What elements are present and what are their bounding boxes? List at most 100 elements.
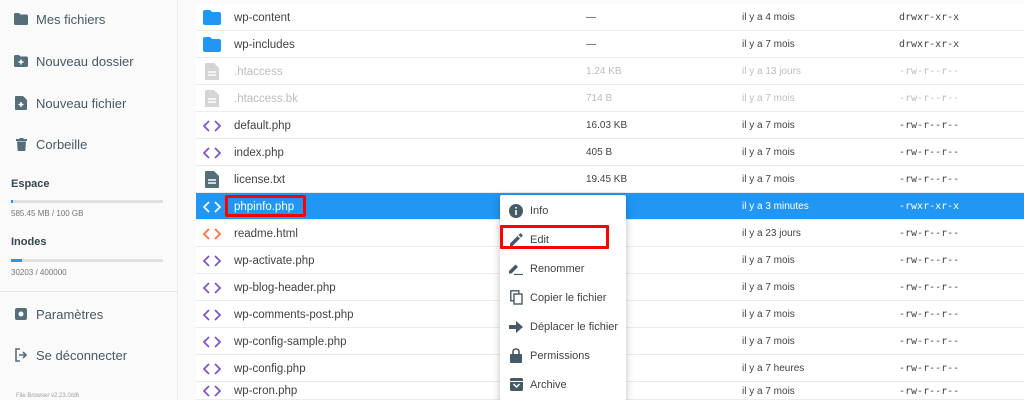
space-progress-fill bbox=[11, 200, 13, 203]
menu-item-move[interactable]: Déplacer le fichier bbox=[500, 312, 626, 341]
sidebar-item-label: Se déconnecter bbox=[36, 347, 128, 363]
menu-item-label: Permissions bbox=[530, 349, 590, 362]
document-icon bbox=[202, 85, 222, 112]
file-permissions: -rw-r--r-- bbox=[899, 66, 960, 77]
file-name: wp-comments-post.php bbox=[234, 308, 354, 321]
sidebar-item-label: Nouveau dossier bbox=[36, 53, 134, 69]
sidebar: Mes fichiers Nouveau dossier Nouveau fic… bbox=[0, 0, 178, 400]
table-row[interactable]: wp-content — il y a 4 mois drwxr-xr-x bbox=[196, 4, 1024, 31]
file-name: readme.html bbox=[234, 227, 298, 240]
code-icon bbox=[202, 112, 222, 139]
code-icon bbox=[202, 274, 222, 301]
code-icon bbox=[202, 355, 222, 382]
code-icon bbox=[202, 139, 222, 166]
file-modified: il y a 4 mois bbox=[742, 12, 795, 23]
file-permissions: -rw-r--r-- bbox=[899, 363, 960, 374]
space-caption: 585.45 MB / 100 GB bbox=[11, 209, 84, 218]
version-footer: File Browser v2.23.0/d6 bbox=[16, 393, 80, 399]
file-modified: il y a 7 mois bbox=[742, 174, 795, 185]
file-size: 405 B bbox=[586, 147, 613, 158]
file-permissions: -rw-r--r-- bbox=[899, 228, 960, 239]
sidebar-item-trash[interactable]: Corbeille bbox=[0, 126, 178, 162]
file-permissions: -rw-r--r-- bbox=[899, 309, 960, 320]
inodes-progress bbox=[11, 259, 163, 262]
table-row[interactable]: index.php 405 B il y a 7 mois -rw-r--r-- bbox=[196, 139, 1024, 166]
file-modified: il y a 7 mois bbox=[742, 255, 795, 266]
sidebar-item-my-files[interactable]: Mes fichiers bbox=[0, 1, 178, 37]
inodes-progress-fill bbox=[11, 259, 23, 262]
inodes-caption: 30203 / 400000 bbox=[11, 268, 67, 277]
logout-icon bbox=[12, 346, 30, 364]
file-modified: il y a 23 jours bbox=[742, 228, 801, 239]
file-modified: il y a 7 mois bbox=[742, 385, 795, 397]
annotation-highlight-box bbox=[500, 225, 609, 249]
table-row[interactable]: default.php 16.03 KB il y a 7 mois -rw-r… bbox=[196, 112, 1024, 139]
copy-icon bbox=[508, 290, 524, 306]
file-permissions: -rw-r--r-- bbox=[899, 120, 960, 131]
file-modified: il y a 7 mois bbox=[742, 309, 795, 320]
table-row[interactable]: wp-includes — il y a 7 mois drwxr-xr-x bbox=[196, 31, 1024, 58]
table-row[interactable]: .htaccess 1.24 KB il y a 13 jours -rw-r-… bbox=[196, 58, 1024, 85]
file-name: wp-includes bbox=[234, 38, 295, 51]
file-size: 714 B bbox=[586, 93, 613, 104]
menu-item-permissions[interactable]: Permissions bbox=[500, 341, 626, 370]
file-modified: il y a 7 mois bbox=[742, 147, 795, 158]
sidebar-item-new-file[interactable]: Nouveau fichier bbox=[0, 85, 178, 121]
document-icon bbox=[202, 58, 222, 85]
file-name: license.txt bbox=[234, 173, 286, 186]
sidebar-item-label: Mes fichiers bbox=[36, 11, 106, 27]
rename-icon bbox=[508, 261, 524, 277]
file-size: 16.03 KB bbox=[586, 120, 628, 131]
file-name: wp-content bbox=[234, 11, 291, 24]
file-permissions: -rw-r--r-- bbox=[899, 147, 960, 158]
file-size: — bbox=[586, 12, 596, 23]
file-modified: il y a 7 mois bbox=[742, 39, 795, 50]
code-icon bbox=[202, 301, 222, 328]
menu-item-rename[interactable]: Renommer bbox=[500, 254, 626, 283]
file-permissions: -rw-r--r-- bbox=[899, 385, 960, 397]
file-name: .htaccess bbox=[234, 65, 283, 78]
divider bbox=[0, 291, 178, 292]
sidebar-item-settings[interactable]: Paramètres bbox=[0, 296, 178, 332]
file-modified: il y a 7 mois bbox=[742, 336, 795, 347]
folder-icon bbox=[202, 31, 222, 58]
code-icon bbox=[202, 328, 222, 355]
file-modified: il y a 7 heures bbox=[742, 363, 805, 374]
table-row[interactable]: license.txt 19.45 KB il y a 7 mois -rw-r… bbox=[196, 166, 1024, 193]
file-permissions: -rw-r--r-- bbox=[899, 174, 960, 185]
file-name: default.php bbox=[234, 119, 291, 132]
add-file-icon bbox=[12, 94, 30, 112]
lock-icon bbox=[508, 348, 524, 364]
file-modified: il y a 7 mois bbox=[742, 282, 795, 293]
file-size: 19.45 KB bbox=[586, 174, 628, 185]
code-icon bbox=[202, 193, 222, 220]
menu-item-copy[interactable]: Copier le fichier bbox=[500, 283, 626, 312]
sidebar-item-label: Corbeille bbox=[36, 136, 88, 152]
sidebar-item-label: Nouveau fichier bbox=[36, 95, 127, 111]
menu-item-info[interactable]: Info bbox=[500, 196, 626, 225]
annotation-highlight-box bbox=[225, 195, 306, 217]
file-modified: il y a 7 mois bbox=[742, 93, 795, 104]
inodes-title: Inodes bbox=[11, 236, 47, 248]
folder-icon bbox=[12, 10, 30, 28]
context-menu: Info Edit Renommer Copier le fichier Dép… bbox=[500, 195, 626, 400]
move-icon bbox=[508, 319, 524, 335]
file-size: 1.24 KB bbox=[586, 66, 622, 77]
html-icon bbox=[202, 220, 222, 247]
settings-icon bbox=[12, 305, 30, 323]
sidebar-item-logout[interactable]: Se déconnecter bbox=[0, 337, 178, 373]
file-permissions: -rw-r--r-- bbox=[899, 282, 960, 293]
sidebar-item-new-folder[interactable]: Nouveau dossier bbox=[0, 43, 178, 79]
space-title: Espace bbox=[11, 178, 50, 190]
sidebar-item-label: Paramètres bbox=[36, 306, 104, 322]
menu-item-archive[interactable]: Archive bbox=[500, 370, 626, 399]
folder-icon bbox=[202, 4, 222, 31]
table-row[interactable]: .htaccess.bk 714 B il y a 7 mois -rw-r--… bbox=[196, 85, 1024, 112]
menu-item-label: Archive bbox=[530, 378, 567, 391]
archive-icon bbox=[508, 377, 524, 393]
document-icon bbox=[202, 166, 222, 193]
file-name: wp-cron.php bbox=[234, 385, 298, 397]
info-icon bbox=[508, 203, 524, 219]
file-permissions: -rw-r--r-- bbox=[899, 93, 960, 104]
code-icon bbox=[202, 382, 222, 400]
